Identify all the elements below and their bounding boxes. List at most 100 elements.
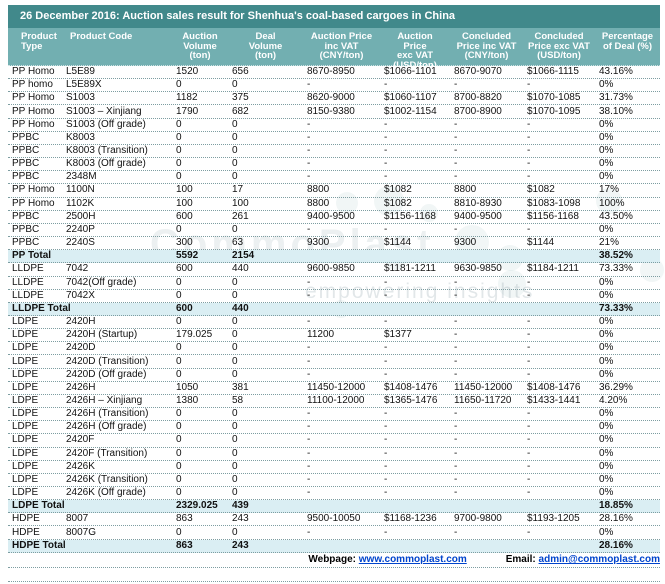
cell-auction_price_exc_vat: - (384, 447, 388, 459)
table-row: LDPE 2420D (Transition) 0 0 - - - - 0% (8, 355, 660, 369)
cell-product_code: 2426H (66, 381, 96, 393)
cell-deal_volume: 440 (232, 302, 249, 314)
cell-auction_price_inc_vat: - (307, 421, 311, 433)
cell-concluded_price_exc_vat: - (527, 289, 531, 301)
cell-auction_price_exc_vat: $1082 (384, 197, 412, 209)
cell-concluded_price_inc_vat: 8800 (454, 184, 477, 196)
cell-percentage_of_deal: 0% (599, 434, 614, 446)
cell-auction_volume: 1790 (176, 105, 199, 117)
cell-concluded_price_exc_vat: - (527, 473, 531, 485)
cell-concluded_price_exc_vat: - (527, 526, 531, 538)
cell-deal_volume: 0 (232, 79, 238, 91)
cell-product_code: 2420D (66, 342, 96, 354)
cell-concluded_price_exc_vat: - (527, 342, 531, 354)
cell-percentage_of_deal: 0% (599, 276, 614, 288)
cell-product_type: LDPE (12, 473, 39, 485)
cell-auction_price_inc_vat: 11100-12000 (307, 394, 365, 406)
cell-auction_price_exc_vat: $1082 (384, 184, 412, 196)
cell-deal_volume: 0 (232, 289, 238, 301)
webpage-link[interactable]: www.commoplast.com (359, 554, 467, 565)
cell-deal_volume: 0 (232, 223, 238, 235)
cell-deal_volume: 0 (232, 355, 238, 367)
cell-concluded_price_inc_vat: - (454, 118, 458, 130)
cell-concluded_price_inc_vat: - (454, 79, 458, 91)
cell-concluded_price_exc_vat: $1066-1115 (527, 66, 579, 78)
table-row: LLDPE 7042 600 440 9600-9850 $1181-1211 9630-9… (8, 263, 660, 277)
cell-auction_price_inc_vat: 11450-12000 (307, 381, 366, 393)
cell-deal_volume: 375 (232, 92, 249, 104)
cell-auction_price_exc_vat: $1060-1107 (384, 92, 437, 104)
cell-concluded_price_inc_vat: 8810-8930 (454, 197, 502, 209)
table-row: PP homo L5E89X 0 0 - - - - 0% (8, 79, 660, 93)
table-row: HDPE 8007 863 243 9500-10050 $1168-1236 9700-9… (8, 513, 660, 527)
cell-auction_price_exc_vat: - (384, 487, 388, 499)
cell-product_code: 2240S (66, 237, 95, 249)
cell-concluded_price_exc_vat: $1083-1098 (527, 197, 581, 209)
cell-auction_price_inc_vat: - (307, 118, 311, 130)
cell-percentage_of_deal: 0% (599, 118, 614, 130)
cell-percentage_of_deal: 0% (599, 342, 614, 354)
cell-percentage_of_deal: 0% (599, 460, 614, 472)
table-header-row: Product Type Product Code Auction Volume… (8, 28, 660, 70)
cell-product_type: PPBC (12, 171, 40, 183)
cell-concluded_price_inc_vat: 9630-9850 (454, 263, 502, 275)
cell-auction_price_exc_vat: - (384, 421, 388, 433)
cell-concluded_price_exc_vat: - (527, 118, 531, 130)
cell-product_code: 2426K (66, 460, 95, 472)
cell-percentage_of_deal: 0% (599, 223, 614, 235)
cell-auction_price_inc_vat: - (307, 368, 311, 380)
cell-percentage_of_deal: 36.29% (599, 381, 633, 393)
table-row: PPBC K8003 0 0 - - - - 0% (8, 132, 660, 145)
cell-auction_volume: 600 (176, 263, 193, 275)
cell-product_type: LDPE (12, 487, 39, 499)
cell-concluded_price_exc_vat: - (527, 434, 531, 446)
cell-auction_price_exc_vat: $1002-1154 (384, 105, 437, 117)
cell-concluded_price_exc_vat: - (527, 158, 531, 170)
cell-auction_price_inc_vat: - (307, 447, 311, 459)
column-header-product-code: Product Code (70, 31, 133, 42)
cell-concluded_price_exc_vat: - (527, 487, 531, 499)
table-row: LDPE 2420H (Startup) 179.025 0 11200 $1377 - - 0… (8, 329, 660, 343)
cell-product_type: LLDPE Total (12, 302, 71, 314)
cell-auction_volume: 0 (176, 473, 182, 485)
cell-deal_volume: 100 (232, 197, 249, 209)
webpage-item: Webpage: www.commoplast.com (308, 554, 466, 565)
cell-deal_volume: 0 (232, 342, 238, 354)
cell-auction_volume: 0 (176, 408, 182, 420)
cell-concluded_price_exc_vat: $1070-1095 (527, 105, 581, 117)
cell-product_code: K8003 (Off grade) (66, 158, 146, 170)
column-header-concluded-price-inc-vat: Concluded Price inc VAT (CNY/ton) (456, 31, 517, 61)
cell-concluded_price_inc_vat: - (454, 355, 458, 367)
cell-auction_price_inc_vat: - (307, 131, 311, 143)
cell-concluded_price_inc_vat: 9300 (454, 237, 477, 249)
email-link[interactable]: admin@commoplast.com (539, 554, 660, 565)
cell-auction_price_exc_vat: - (384, 434, 388, 446)
cell-auction_volume: 5592 (176, 250, 199, 262)
cell-concluded_price_inc_vat: 8700-8900 (454, 105, 502, 117)
cell-auction_volume: 2329.025 (176, 500, 218, 512)
cell-auction_volume: 0 (176, 526, 182, 538)
cell-concluded_price_inc_vat: 9400-9500 (454, 210, 502, 222)
cell-percentage_of_deal: 0% (599, 289, 614, 301)
cell-auction_volume: 600 (176, 210, 193, 222)
cell-auction_price_exc_vat: - (384, 131, 388, 143)
cell-concluded_price_inc_vat: - (454, 171, 458, 183)
page-title: 26 December 2016: Auction sales result f… (8, 5, 660, 28)
cell-concluded_price_inc_vat: - (454, 473, 458, 485)
cell-percentage_of_deal: 0% (599, 526, 614, 538)
table-row: PP Homo S1003 (Off grade) 0 0 - - - - 0% (8, 119, 660, 132)
cell-product_type: LDPE (12, 394, 39, 406)
cell-auction_price_exc_vat: - (384, 79, 388, 91)
cell-auction_volume: 179.025 (176, 329, 213, 341)
cell-product_type: PP Homo (12, 184, 55, 196)
cell-product_type: HDPE (12, 526, 40, 538)
cell-deal_volume: 440 (232, 263, 249, 275)
empty-row (8, 568, 660, 582)
cell-concluded_price_inc_vat: - (454, 131, 458, 143)
cell-product_code: 2500H (66, 210, 96, 222)
cell-deal_volume: 0 (232, 145, 238, 157)
cell-auction_price_exc_vat: $1365-1476 (384, 394, 438, 406)
cell-concluded_price_exc_vat: - (527, 355, 531, 367)
cell-concluded_price_exc_vat: - (527, 460, 531, 472)
cell-concluded_price_inc_vat: - (454, 342, 458, 354)
